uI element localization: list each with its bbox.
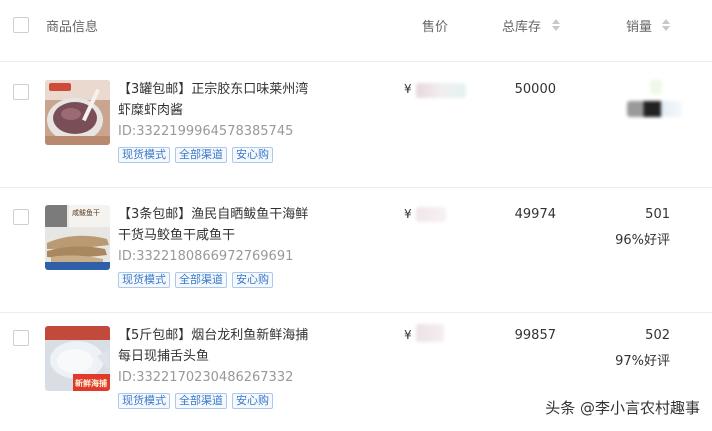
thumbnail-label: 咸鲅鱼干 bbox=[72, 208, 100, 217]
sort-sales-icon[interactable] bbox=[662, 19, 670, 31]
tag-all-channels: 全部渠道 bbox=[175, 147, 227, 163]
product-tags: 现货模式 全部渠道 安心购 bbox=[118, 272, 273, 288]
product-id: ID:3322199964578385745 bbox=[118, 124, 294, 139]
header-price: 售价 bbox=[422, 20, 449, 35]
stock-value: 50000 bbox=[514, 82, 556, 97]
table-row: 咸鲅鱼干 【3条包邮】渔民自晒鲅鱼干海鲜干货马鲛鱼干咸鱼干 ID:3322180… bbox=[0, 189, 712, 313]
shrimp-paste-image bbox=[45, 80, 110, 145]
tag-assured-purchase: 安心购 bbox=[232, 147, 273, 163]
product-thumbnail[interactable]: 咸鲅鱼干 bbox=[45, 205, 110, 270]
row-checkbox[interactable] bbox=[13, 330, 29, 346]
header-sales[interactable]: 销量 bbox=[626, 16, 652, 35]
stock-value: 49974 bbox=[514, 207, 556, 222]
stock-value: 99857 bbox=[514, 328, 556, 343]
rating-value: 97%好评 bbox=[615, 354, 670, 369]
tag-assured-purchase: 安心购 bbox=[232, 272, 273, 288]
table-row: 【3罐包邮】正宗胶东口味莱州湾虾糜虾肉酱 ID:3322199964578385… bbox=[0, 64, 712, 188]
tag-assured-purchase: 安心购 bbox=[232, 393, 273, 409]
price-symbol: ¥ bbox=[404, 82, 412, 96]
sales-redacted bbox=[627, 101, 682, 117]
tag-spot-mode: 现货模式 bbox=[118, 147, 170, 163]
sole-fish-image: 新鲜海捕 bbox=[45, 326, 110, 391]
sales-redacted-mark bbox=[650, 80, 662, 94]
watermark: 头条 @李小言农村趣事 bbox=[545, 399, 700, 417]
rating-value: 96%好评 bbox=[615, 233, 670, 248]
product-title[interactable]: 【5斤包邮】烟台龙利鱼新鲜海捕每日现捕舌头鱼 bbox=[118, 325, 318, 367]
product-tags: 现货模式 全部渠道 安心购 bbox=[118, 147, 273, 163]
tag-spot-mode: 现货模式 bbox=[118, 393, 170, 409]
product-thumbnail[interactable]: 新鲜海捕 bbox=[45, 326, 110, 391]
thumbnail-label: 新鲜海捕 bbox=[75, 378, 107, 388]
price-redacted bbox=[416, 207, 446, 222]
dried-fish-image: 咸鲅鱼干 bbox=[45, 205, 110, 270]
product-id: ID:3322180866972769691 bbox=[118, 249, 294, 264]
tag-spot-mode: 现货模式 bbox=[118, 272, 170, 288]
sort-stock-icon[interactable] bbox=[552, 19, 560, 31]
product-id: ID:3322170230486267332 bbox=[118, 370, 294, 385]
product-tags: 现货模式 全部渠道 安心购 bbox=[118, 393, 273, 409]
product-thumbnail[interactable] bbox=[45, 80, 110, 145]
row-checkbox[interactable] bbox=[13, 84, 29, 100]
price-redacted bbox=[416, 83, 466, 98]
sales-value: 502 bbox=[645, 328, 670, 343]
product-title[interactable]: 【3罐包邮】正宗胶东口味莱州湾虾糜虾肉酱 bbox=[118, 79, 318, 121]
tag-all-channels: 全部渠道 bbox=[175, 393, 227, 409]
product-title[interactable]: 【3条包邮】渔民自晒鲅鱼干海鲜干货马鲛鱼干咸鱼干 bbox=[118, 204, 318, 246]
price-symbol: ¥ bbox=[404, 207, 412, 221]
tag-all-channels: 全部渠道 bbox=[175, 272, 227, 288]
header-total-stock[interactable]: 总库存 bbox=[502, 16, 541, 35]
row-checkbox[interactable] bbox=[13, 209, 29, 225]
select-all-checkbox[interactable] bbox=[13, 17, 29, 33]
price-symbol: ¥ bbox=[404, 328, 412, 342]
table-header: 商品信息 售价 总库存 销量 bbox=[0, 0, 712, 62]
header-product-info: 商品信息 bbox=[46, 20, 99, 35]
price-redacted bbox=[416, 324, 444, 342]
sales-value: 501 bbox=[645, 207, 670, 222]
